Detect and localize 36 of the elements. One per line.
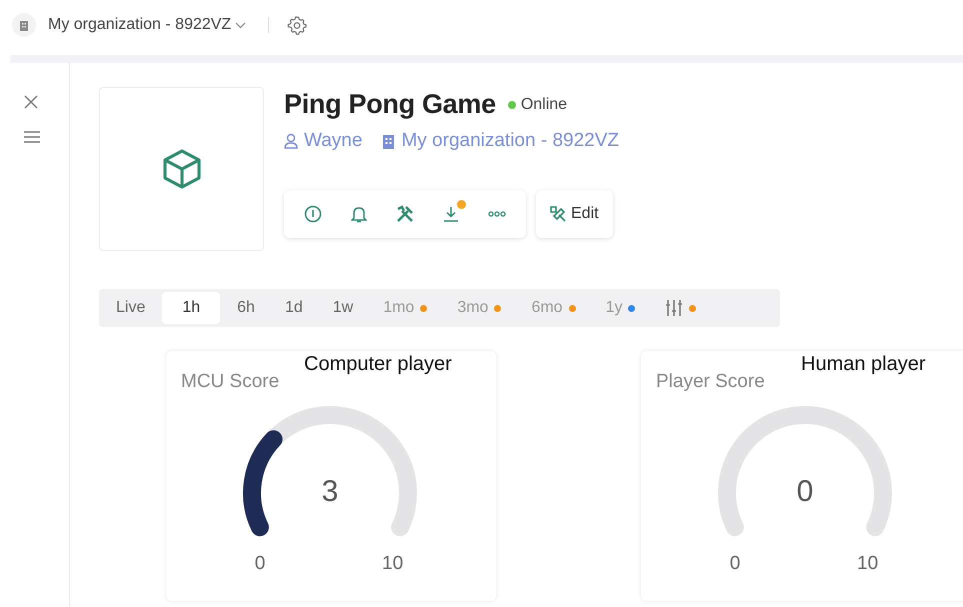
tools-icon: [396, 205, 414, 223]
person-icon: [284, 133, 298, 149]
device-title: Ping Pong Game: [284, 89, 496, 120]
notification-dot: [457, 200, 466, 209]
annotation-label: Computer player: [302, 353, 454, 376]
more-icon: [488, 210, 506, 218]
close-icon[interactable]: [24, 95, 38, 109]
time-range-tab[interactable]: 1d: [272, 292, 316, 324]
gauge-min: 0: [728, 553, 742, 575]
info-icon: [304, 205, 322, 223]
gauge-title: MCU Score: [181, 371, 280, 393]
time-range-tab[interactable]: 1w: [320, 292, 366, 324]
building-icon: [382, 134, 396, 148]
building-icon: [12, 13, 36, 37]
menu-icon[interactable]: [24, 131, 40, 143]
edit-icon: [550, 206, 566, 222]
gauge-value: 3: [320, 475, 340, 509]
chevron-down-icon: [235, 22, 246, 28]
organization-dropdown[interactable]: My organization - 8922VZ: [44, 16, 250, 34]
time-range-tab[interactable]: 1h: [162, 292, 220, 324]
organization-link[interactable]: My organization - 8922VZ: [401, 130, 619, 152]
gauge-max: 10: [857, 553, 878, 575]
time-range-tab[interactable]: 6h: [224, 292, 268, 324]
edit-button[interactable]: Edit: [536, 190, 613, 238]
time-range-tab[interactable]: Live: [103, 292, 158, 324]
gauge-min: 0: [254, 553, 266, 575]
cube-icon: [160, 148, 202, 190]
bell-icon: [351, 205, 367, 223]
sliders-icon: [665, 299, 684, 317]
download-icon: [442, 205, 460, 223]
gauge-value: 0: [796, 475, 814, 509]
settings-icon[interactable]: [287, 15, 308, 35]
gauge-title: Player Score: [656, 371, 765, 393]
owner-link[interactable]: Wayne: [304, 130, 362, 152]
status-text: Online: [520, 96, 568, 114]
gauge-max: 10: [382, 553, 404, 575]
